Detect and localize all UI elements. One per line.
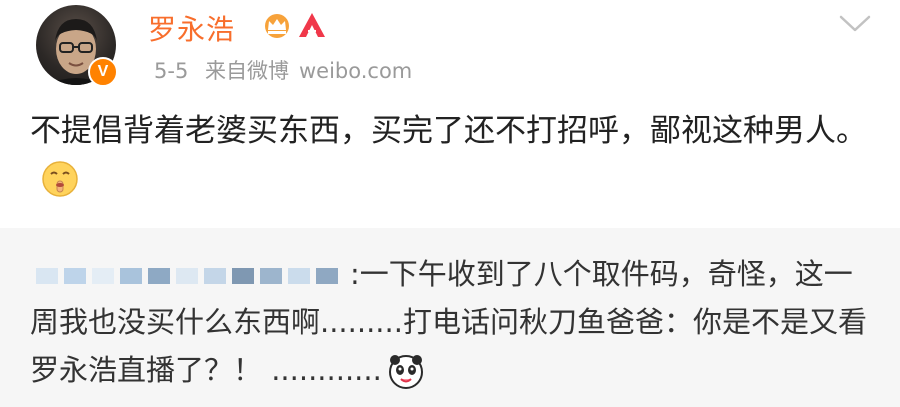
post-text: 不提倡背着老婆买东西，买完了还不打招呼，鄙视这种男人。	[30, 113, 867, 149]
post-header: V 罗永浩 5-5 来自微博 weibo.com	[0, 0, 900, 100]
post-source: 来自微博	[205, 59, 289, 83]
user-name[interactable]: 罗永浩	[148, 8, 235, 48]
post-meta: 5-5 来自微博 weibo.com	[154, 55, 422, 85]
avatar[interactable]: V	[36, 5, 118, 87]
shush-emoji-icon	[42, 160, 78, 197]
post-body: 不提倡背着老婆买东西，买完了还不打招呼，鄙视这种男人。	[30, 108, 870, 200]
crown-icon[interactable]	[260, 14, 294, 38]
verified-badge: V	[88, 57, 118, 87]
post-source-site[interactable]: weibo.com	[299, 59, 412, 83]
repost-body: :一下午收到了八个取件码，奇怪，这一周我也没买什么东西啊.........打电话…	[30, 250, 870, 394]
chevron-down-icon[interactable]	[838, 14, 872, 34]
a-icon[interactable]	[298, 12, 326, 38]
repost-text: :一下午收到了八个取件码，奇怪，这一周我也没买什么东西啊.........打电话…	[30, 257, 867, 387]
panda-emoji-icon	[388, 355, 423, 389]
post-date: 5-5	[154, 59, 189, 83]
repost-box[interactable]: :一下午收到了八个取件码，奇怪，这一周我也没买什么东西啊.........打电话…	[0, 228, 900, 407]
